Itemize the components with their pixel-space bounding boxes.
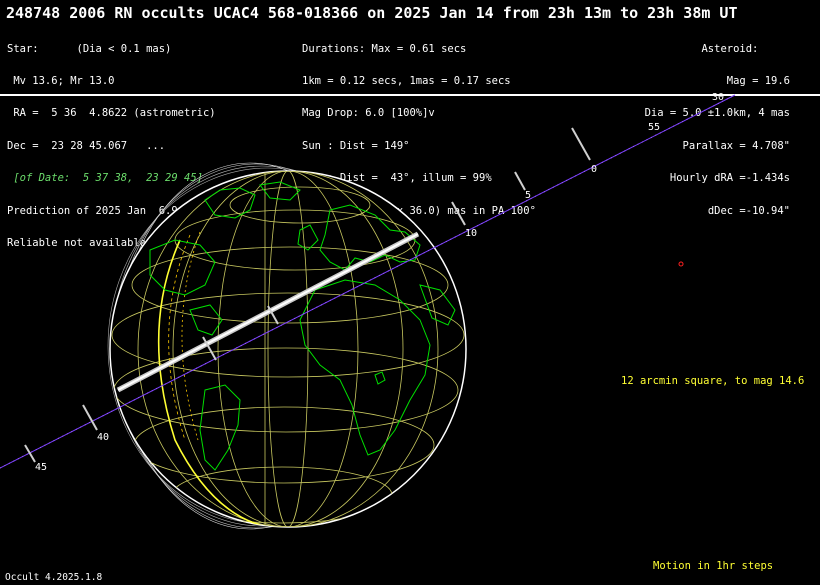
- version-footer: Occult 4.2025.1.8: [5, 572, 103, 583]
- target-star-marker: [678, 261, 684, 267]
- tick-label-0: 0: [591, 164, 597, 175]
- tick-label-40: 40: [97, 432, 109, 443]
- tick-label-45: 45: [35, 462, 47, 473]
- tick-label-5: 5: [525, 190, 531, 201]
- tick-label-55: 55: [648, 122, 660, 133]
- globe-outline: [109, 170, 467, 528]
- star-chart-note: 12 arcmin square, to mag 14.6: [621, 375, 805, 387]
- tick-label-30: 30: [712, 92, 724, 103]
- occultation-map: 248748 2006 RN occults UCAC4 568-018366 …: [0, 0, 820, 585]
- globe-diagram: 30 55 0 5 10 40 45: [0, 92, 736, 530]
- motion-note: Motion in 1hr steps: [653, 560, 774, 572]
- tick-label-10: 10: [465, 228, 477, 239]
